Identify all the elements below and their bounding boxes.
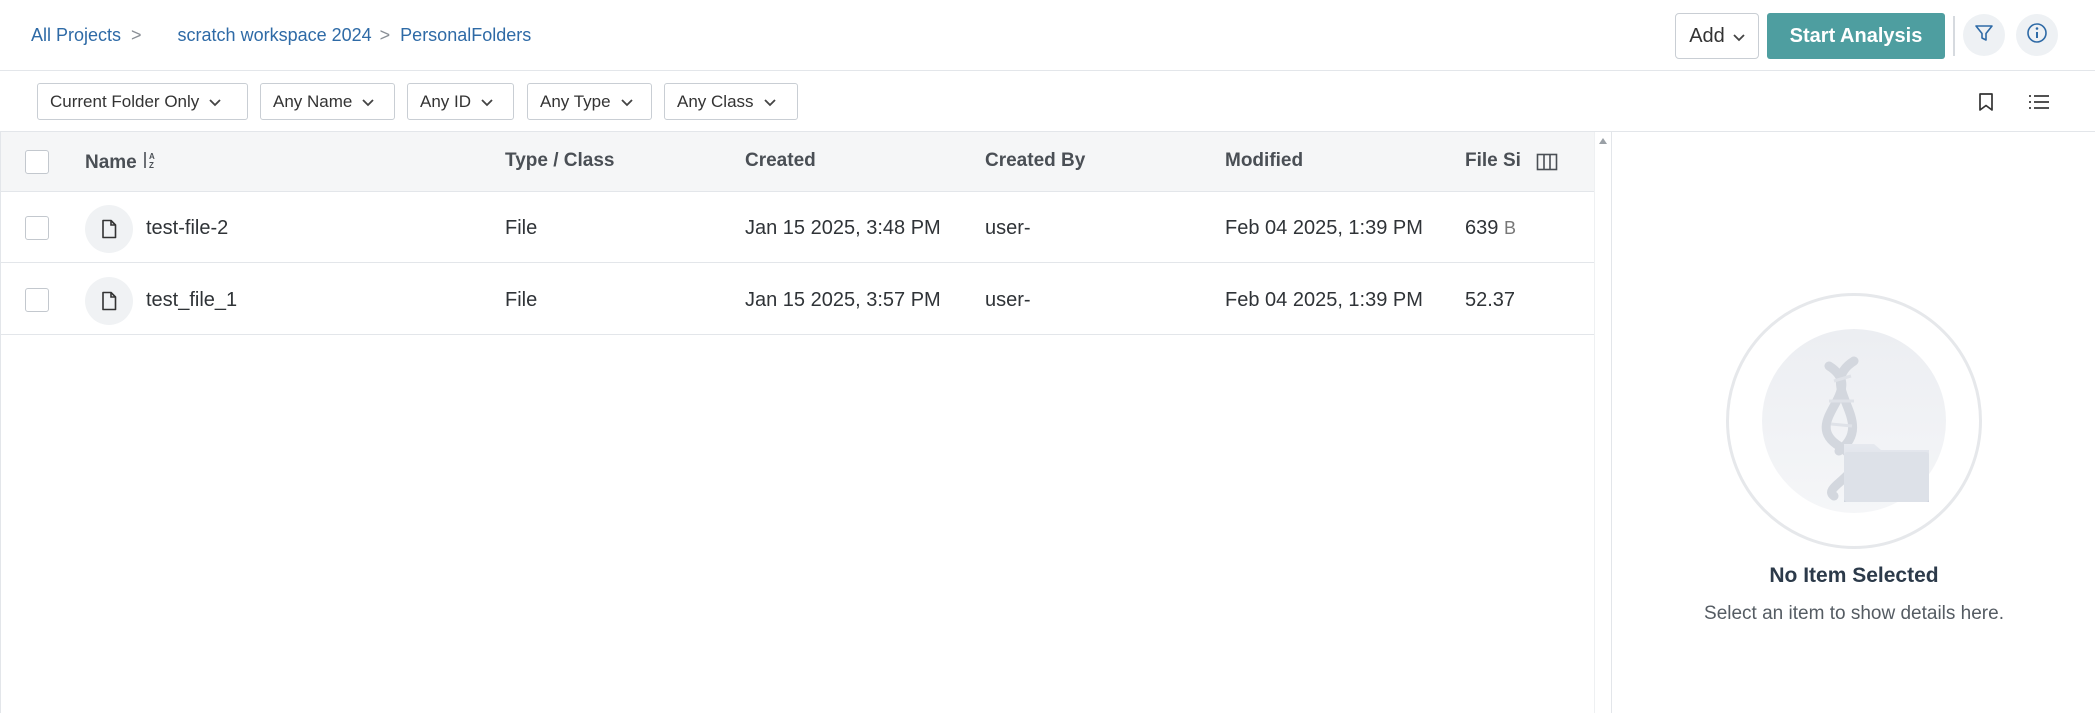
class-filter[interactable]: Any Class (664, 83, 798, 120)
name-filter-label: Any Name (273, 91, 353, 111)
table-scrollbar[interactable] (1594, 132, 1611, 713)
filter-button[interactable] (1963, 14, 2005, 56)
scroll-up-arrow-icon[interactable] (1599, 138, 1607, 144)
filter-icon (1974, 23, 1994, 48)
bookmark-icon[interactable] (1972, 88, 2000, 116)
file-size: 52.37 (1465, 289, 1515, 312)
file-created: Jan 15 2025, 3:57 PM (745, 289, 941, 311)
breadcrumb-all-projects[interactable]: All Projects (31, 25, 121, 46)
file-created-by: user- (985, 289, 1031, 311)
empty-state-title: No Item Selected (1769, 564, 1939, 587)
scope-filter[interactable]: Current Folder Only (37, 83, 248, 120)
file-created: Jan 15 2025, 3:48 PM (745, 217, 941, 239)
filter-bar: Current Folder Only Any Name Any ID Any … (0, 71, 2095, 132)
file-size-value: 52.37 (1465, 289, 1516, 311)
breadcrumb: All Projects > scratch workspace 2024 > … (31, 25, 531, 46)
breadcrumb-project[interactable]: scratch workspace 2024 (178, 25, 372, 46)
add-button[interactable]: Add (1675, 13, 1759, 59)
column-header-modified[interactable]: Modified (1225, 150, 1303, 172)
id-filter[interactable]: Any ID (407, 83, 514, 120)
file-size: 639 B (1465, 217, 1516, 240)
column-header-created[interactable]: Created (745, 150, 816, 172)
svg-text:Z: Z (149, 161, 154, 170)
file-type: File (505, 289, 538, 311)
chevron-down-icon (763, 92, 776, 112)
svg-text:A: A (149, 152, 155, 161)
columns-icon[interactable] (1536, 152, 1558, 177)
file-type: File (505, 217, 538, 239)
column-header-created-by[interactable]: Created By (985, 150, 1085, 172)
toolbar-divider (1953, 16, 1955, 56)
sort-icon[interactable]: AZ (141, 150, 159, 176)
column-header-type-class[interactable]: Type / Class (505, 150, 614, 172)
file-table: Name AZ Type / Class Created Created By … (0, 132, 1596, 713)
info-icon (2026, 22, 2048, 49)
list-view-icon[interactable] (2025, 88, 2053, 116)
column-header-file-size[interactable]: File Si: (1465, 150, 1521, 172)
empty-state-illustration (1726, 293, 1982, 549)
table-row[interactable]: test_file_1 File Jan 15 2025, 3:57 PM us… (1, 264, 1595, 335)
select-all-checkbox[interactable] (25, 150, 49, 174)
chevron-down-icon (481, 92, 493, 112)
breadcrumb-separator: > (379, 25, 391, 45)
table-header: Name AZ Type / Class Created Created By … (1, 132, 1595, 192)
file-size-unit: B (1503, 218, 1516, 238)
breadcrumb-folder[interactable]: PersonalFolders (400, 25, 531, 46)
table-row[interactable]: test-file-2 File Jan 15 2025, 3:48 PM us… (1, 192, 1595, 263)
empty-state-subtitle: Select an item to show details here. (1704, 603, 2004, 624)
file-modified: Feb 04 2025, 1:39 PM (1225, 289, 1423, 311)
file-name[interactable]: test_file_1 (146, 289, 237, 312)
file-size-value: 639 (1465, 217, 1499, 239)
scope-filter-label: Current Folder Only (50, 91, 200, 111)
start-analysis-label: Start Analysis (1789, 24, 1923, 47)
column-header-name[interactable]: Name AZ (85, 150, 159, 176)
file-modified: Feb 04 2025, 1:39 PM (1225, 217, 1423, 239)
chevron-down-icon (1733, 25, 1745, 48)
start-analysis-button[interactable]: Start Analysis (1767, 13, 1945, 59)
add-button-label: Add (1689, 24, 1725, 47)
file-icon (85, 277, 133, 325)
row-checkbox[interactable] (25, 216, 49, 240)
row-checkbox[interactable] (25, 288, 49, 312)
chevron-down-icon (620, 92, 633, 112)
class-filter-label: Any Class (677, 91, 754, 111)
type-filter[interactable]: Any Type (527, 83, 652, 120)
top-bar: All Projects > scratch workspace 2024 > … (0, 0, 2095, 71)
name-filter[interactable]: Any Name (260, 83, 395, 120)
file-name[interactable]: test-file-2 (146, 217, 228, 240)
id-filter-label: Any ID (420, 91, 472, 111)
column-header-name-label: Name (85, 152, 137, 173)
details-panel: No Item Selected Select an item to show … (1611, 132, 2095, 713)
type-filter-label: Any Type (540, 91, 611, 111)
file-created-by: user- (985, 217, 1031, 239)
chevron-down-icon (209, 92, 221, 112)
info-button[interactable] (2016, 14, 2058, 56)
breadcrumb-separator: > (131, 25, 142, 45)
file-icon (85, 205, 133, 253)
chevron-down-icon (362, 92, 375, 112)
